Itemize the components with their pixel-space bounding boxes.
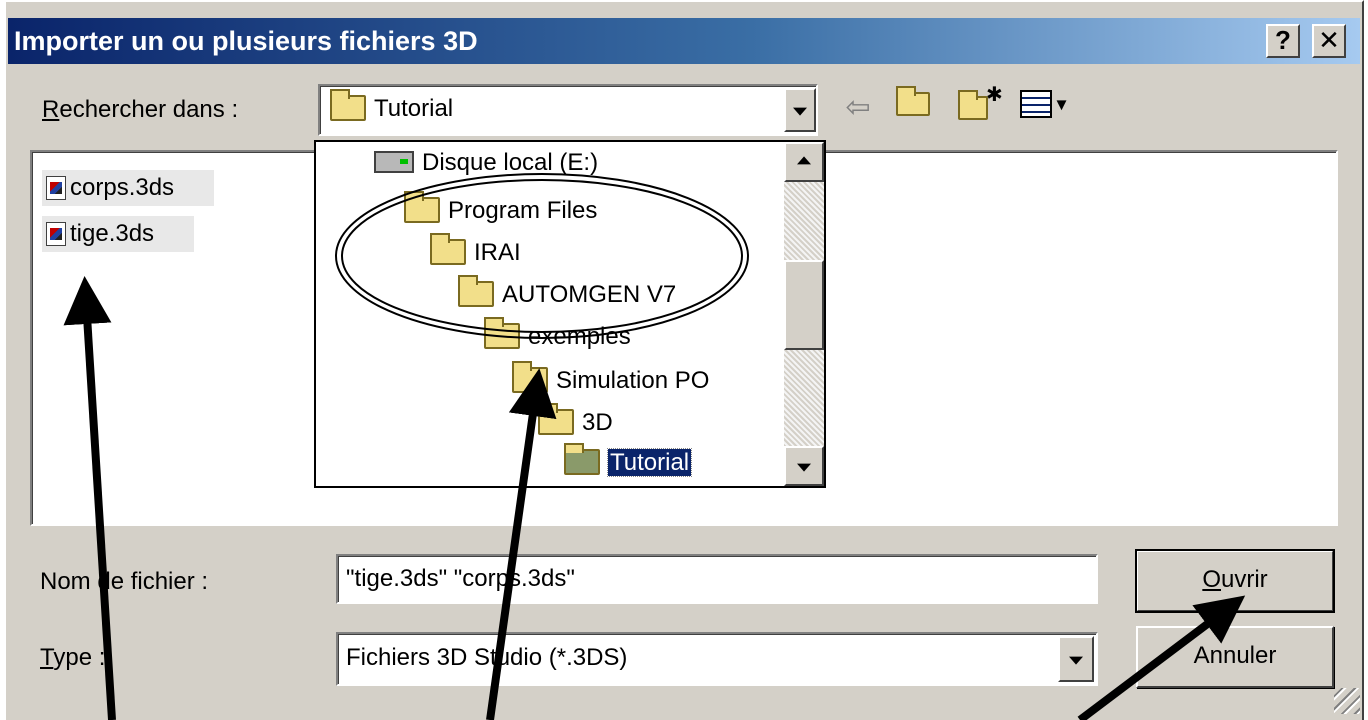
3ds-file-icon xyxy=(46,222,66,246)
chevron-down-icon: ▾ xyxy=(1056,93,1067,116)
sparkle-icon: ✱ xyxy=(986,84,1003,106)
open-folder-icon xyxy=(564,443,600,475)
new-folder-icon xyxy=(958,90,988,120)
dropdown-scrollbar[interactable] xyxy=(784,142,824,486)
dialog-title: Importer un ou plusieurs fichiers 3D xyxy=(14,26,478,56)
dropdown-item-simulation-po[interactable]: Simulation PO xyxy=(512,361,709,400)
dropdown-item-tutorial[interactable]: Tutorial xyxy=(564,443,693,482)
filetype-dropdown-button[interactable] xyxy=(1058,636,1094,682)
file-item[interactable]: tige.3ds xyxy=(42,216,194,252)
chevron-down-icon xyxy=(797,463,811,472)
chevron-down-icon xyxy=(1069,656,1083,665)
back-arrow-icon: ⇦ xyxy=(845,91,871,124)
filename-label: Nom de fichier : xyxy=(40,568,209,595)
chevron-up-icon xyxy=(797,156,811,165)
folder-icon xyxy=(538,403,574,435)
chevron-down-icon xyxy=(793,107,807,116)
filetype-value: Fichiers 3D Studio (*.3DS) xyxy=(346,644,628,671)
title-bar: Importer un ou plusieurs fichiers 3D xyxy=(8,18,1360,64)
scroll-up-button[interactable] xyxy=(784,142,824,182)
close-icon: ✕ xyxy=(1318,25,1340,55)
filetype-select[interactable]: Fichiers 3D Studio (*.3DS) xyxy=(336,632,1098,686)
lookin-value: Tutorial xyxy=(374,95,454,122)
scroll-down-button[interactable] xyxy=(784,446,824,486)
view-menu-icon xyxy=(1020,90,1052,118)
lookin-combo[interactable]: Tutorial xyxy=(318,84,818,136)
close-button[interactable]: ✕ xyxy=(1312,24,1346,58)
scroll-thumb[interactable] xyxy=(784,260,824,350)
filename-input[interactable]: "tige.3ds" "corps.3ds" xyxy=(336,554,1098,604)
annotation-ellipse xyxy=(335,173,749,339)
dropdown-item-3d[interactable]: 3D xyxy=(538,403,613,442)
3ds-file-icon xyxy=(46,176,66,200)
open-button[interactable]: Ouvrir xyxy=(1135,549,1335,613)
up-one-level-button[interactable] xyxy=(896,86,936,126)
lookin-dropdown-button[interactable] xyxy=(784,88,816,132)
file-item[interactable]: corps.3ds xyxy=(42,170,214,206)
folder-icon xyxy=(512,361,548,393)
folder-icon xyxy=(330,89,366,121)
resize-grip-icon[interactable] xyxy=(1334,688,1360,714)
back-button[interactable]: ⇦ xyxy=(838,90,878,126)
help-icon: ? xyxy=(1275,25,1291,55)
filetype-label: Type : xyxy=(40,644,106,671)
view-menu-button[interactable]: ▾ xyxy=(1020,90,1080,126)
lookin-label: Rechercher dans : xyxy=(42,96,239,123)
new-folder-button[interactable]: ✱ xyxy=(958,84,1008,126)
cancel-button[interactable]: Annuler xyxy=(1136,626,1334,688)
help-button[interactable]: ? xyxy=(1266,24,1300,58)
folder-up-icon xyxy=(896,86,930,116)
